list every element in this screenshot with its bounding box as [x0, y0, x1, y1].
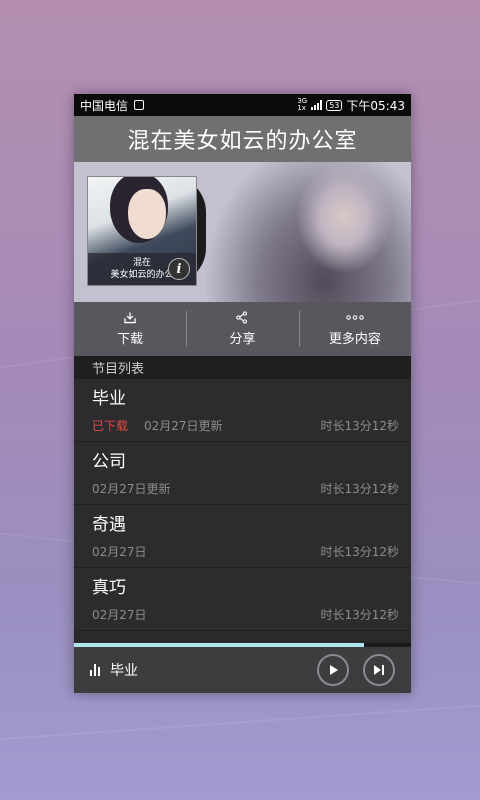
now-playing-title[interactable]: 毕业 — [110, 660, 138, 680]
album-hero: 混在 美女如云的办公 i — [74, 162, 411, 302]
episode-title: 毕业 — [92, 389, 126, 409]
more-content-label: 更多内容 — [328, 332, 381, 347]
next-button[interactable] — [363, 654, 395, 686]
episode-date: 02月27日 — [92, 608, 147, 622]
share-label: 分享 — [229, 332, 256, 347]
more-icon — [346, 315, 364, 320]
download-status: 已下载 — [92, 419, 129, 433]
list-item[interactable]: 奇遇 02月27日 时长13分12秒 — [74, 505, 411, 568]
episode-title: 真巧 — [92, 578, 126, 598]
episode-duration: 时长13分12秒 — [320, 419, 399, 433]
signal-icon — [311, 100, 323, 110]
battery-icon: 53 — [326, 99, 343, 111]
episode-duration: 时长13分12秒 — [320, 545, 399, 559]
download-label: 下载 — [117, 332, 144, 347]
list-item[interactable]: 公司 02月27日更新 时长13分12秒 — [74, 442, 411, 505]
info-icon[interactable]: i — [168, 258, 190, 280]
download-icon — [124, 312, 136, 324]
share-icon — [236, 311, 248, 324]
episode-list: 毕业 已下载 02月27日更新 时长13分12秒 公司 02月27日更新 时长1… — [74, 379, 411, 631]
mini-player: 毕业 — [74, 647, 411, 693]
cover-portrait — [128, 189, 166, 239]
clock: 下午05:43 — [346, 98, 405, 113]
episode-date: 02月27日更新 — [144, 419, 223, 433]
list-item[interactable]: 毕业 已下载 02月27日更新 时长13分12秒 — [74, 379, 411, 442]
episode-duration: 时长13分12秒 — [320, 608, 399, 622]
album-cover[interactable]: 混在 美女如云的办公 i — [87, 176, 197, 286]
page-title: 混在美女如云的办公室 — [74, 116, 411, 162]
next-icon — [374, 665, 384, 675]
more-content-button[interactable]: 更多内容 — [298, 311, 411, 347]
episode-date: 02月27日 — [92, 545, 147, 559]
episode-title: 公司 — [92, 452, 126, 472]
play-icon — [330, 665, 338, 675]
action-bar: 下载 分享 更多内容 — [74, 302, 411, 356]
app-window: 中国电信 3G 1x 53 下午05:43 混在美女如云的办公室 混在 美女如云… — [74, 94, 411, 693]
episode-title: 奇遇 — [92, 515, 126, 535]
play-button[interactable] — [317, 654, 349, 686]
share-button[interactable]: 分享 — [186, 311, 298, 347]
episode-duration: 时长13分12秒 — [320, 482, 399, 496]
status-bar: 中国电信 3G 1x 53 下午05:43 — [74, 94, 411, 116]
episode-date: 02月27日更新 — [92, 482, 171, 496]
sim-icon — [134, 100, 145, 110]
carrier-label: 中国电信 — [80, 98, 129, 113]
section-title: 节目列表 — [74, 356, 411, 379]
list-item[interactable]: 真巧 02月27日 时长13分12秒 — [74, 568, 411, 631]
network-indicator: 3G 1x — [297, 97, 308, 112]
download-button[interactable]: 下载 — [74, 311, 186, 347]
equalizer-icon — [90, 664, 100, 676]
